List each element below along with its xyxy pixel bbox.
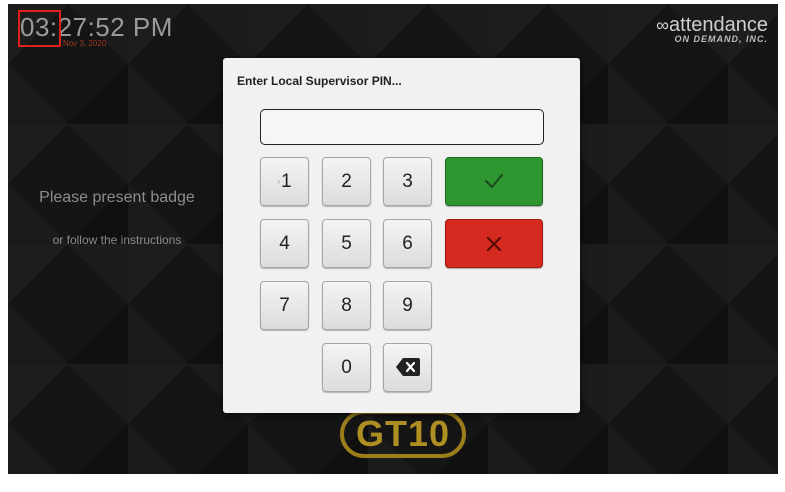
clock-date: Nov 3, 2020 <box>63 39 107 48</box>
highlight-box <box>18 10 61 47</box>
key-6[interactable]: 6 <box>383 219 432 268</box>
key-4[interactable]: 4 <box>260 219 309 268</box>
logo-mark-icon: ∞ <box>656 15 670 35</box>
key-0[interactable]: 0 <box>322 343 371 392</box>
confirm-button[interactable] <box>445 157 543 206</box>
key-9[interactable]: 9 <box>383 281 432 330</box>
key-label: 1 <box>281 171 292 192</box>
key-label: 0 <box>341 357 352 378</box>
key-2[interactable]: 2 <box>322 157 371 206</box>
key-label: 6 <box>402 233 413 254</box>
key-label: 3 <box>402 171 413 192</box>
check-icon <box>485 174 503 188</box>
dialog-title: Enter Local Supervisor PIN... <box>237 74 402 88</box>
key-1[interactable]: ›1 <box>260 157 309 206</box>
key-label: 2 <box>341 171 352 192</box>
key-8[interactable]: 8 <box>322 281 371 330</box>
supervisor-pin-dialog: Enter Local Supervisor PIN... ›1 2 3 4 5… <box>223 58 580 413</box>
key-label: 4 <box>279 233 290 254</box>
key-3[interactable]: 3 <box>383 157 432 206</box>
key-label: 8 <box>341 295 352 316</box>
pin-input[interactable] <box>260 109 544 145</box>
backspace-icon <box>395 358 420 376</box>
logo-name: attendance <box>669 14 768 36</box>
gt10-badge: GT10 <box>340 410 466 458</box>
cancel-button[interactable] <box>445 219 543 268</box>
key-7[interactable]: 7 <box>260 281 309 330</box>
company-logo: ∞attendance ON DEMAND, INC. <box>656 14 768 44</box>
close-icon <box>486 236 502 252</box>
key-5[interactable]: 5 <box>322 219 371 268</box>
badge-instructions: or follow the instructions <box>52 233 182 247</box>
cursor-icon: › <box>277 177 281 187</box>
key-label: 5 <box>341 233 352 254</box>
backspace-button[interactable] <box>383 343 432 392</box>
key-label: 9 <box>402 295 413 316</box>
badge-prompt: Please present badge <box>39 189 195 206</box>
key-label: 7 <box>279 295 290 316</box>
